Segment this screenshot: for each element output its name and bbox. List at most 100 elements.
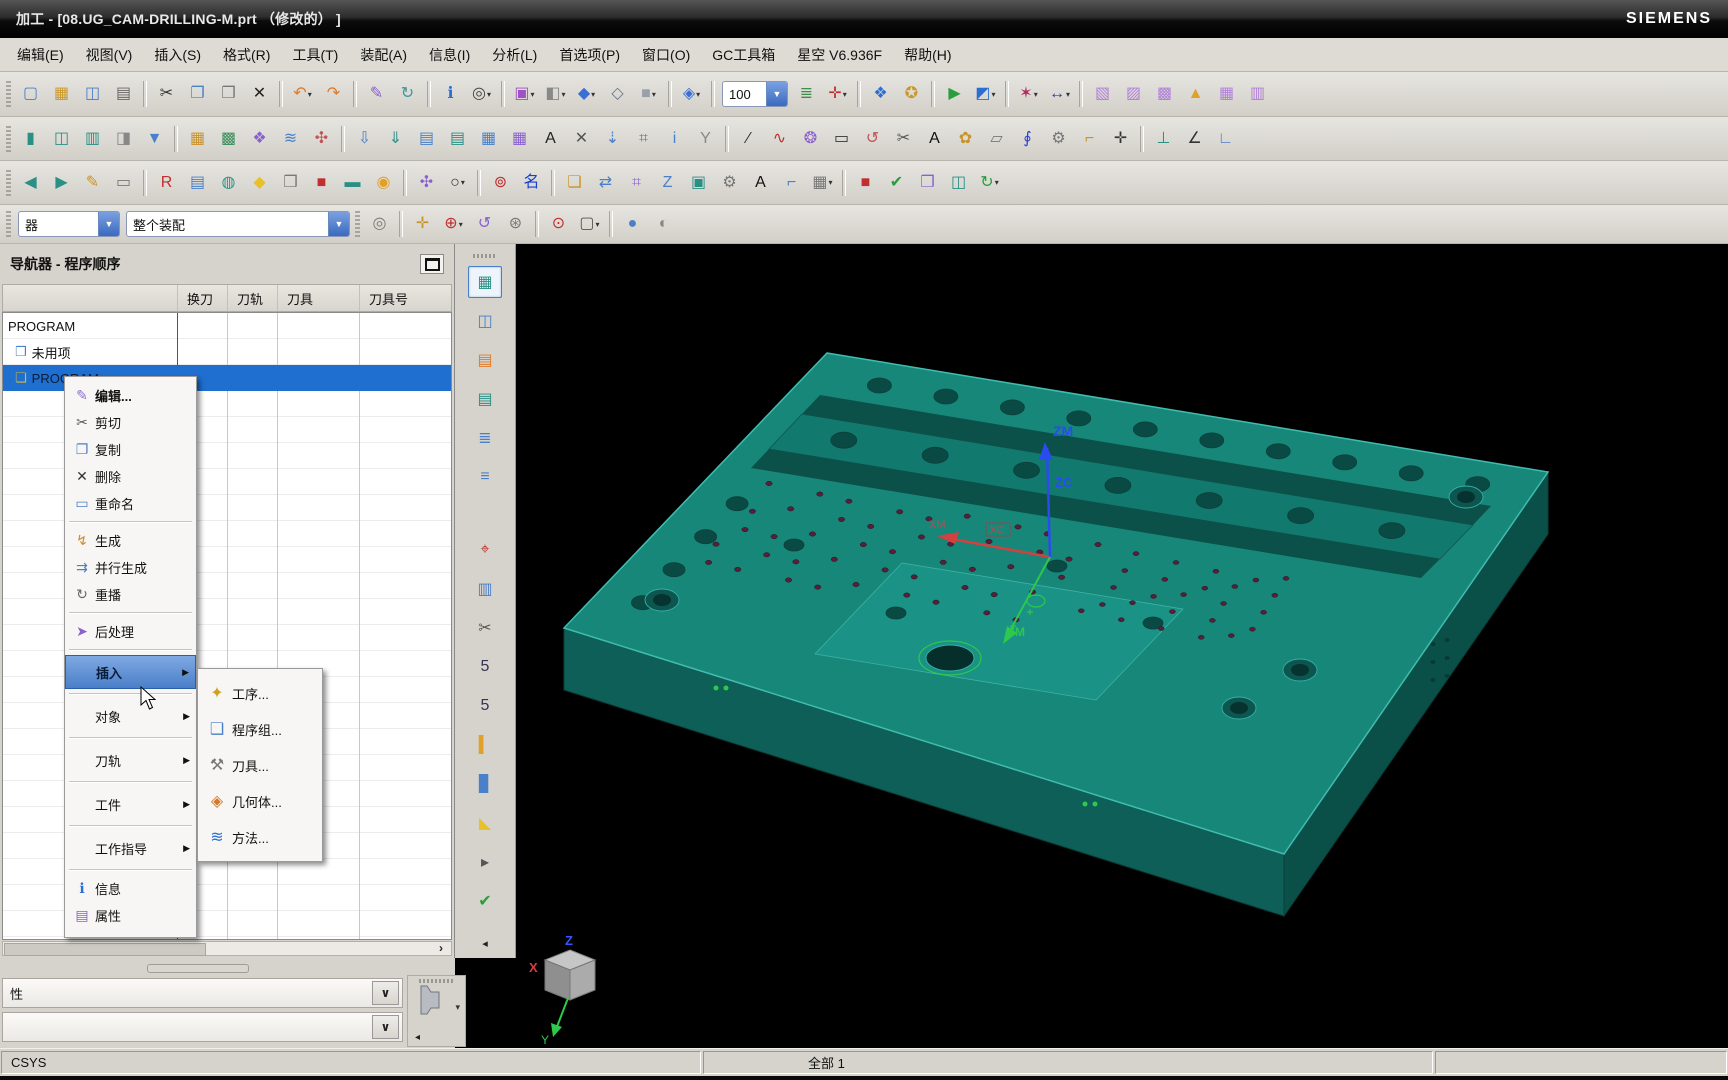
fan-tool-icon[interactable]: ✣ bbox=[411, 167, 442, 198]
pattern-op-icon[interactable]: ❖ bbox=[244, 123, 275, 154]
create-operation-icon[interactable]: ▼ bbox=[139, 123, 170, 154]
create-geometry-icon[interactable]: ▥ bbox=[77, 123, 108, 154]
expand-panel-button-2[interactable]: ∨ bbox=[372, 1015, 399, 1039]
toolbar-grip[interactable] bbox=[419, 979, 455, 983]
cube-stack-icon[interactable]: ❒ bbox=[912, 167, 943, 198]
context-menu-item-重播[interactable]: ↻重播 bbox=[65, 581, 196, 608]
palette-mill-icon[interactable]: ▦ bbox=[182, 123, 213, 154]
redo-icon[interactable]: ↷ bbox=[318, 79, 349, 110]
submenu-item-刀具[interactable]: ⚒刀具... bbox=[198, 747, 322, 783]
play-icon[interactable]: ▶ bbox=[939, 79, 970, 110]
open-icon[interactable]: ▦ bbox=[46, 79, 77, 110]
y-tool-icon[interactable]: Y bbox=[690, 123, 721, 154]
zoom-combo[interactable]: 100▼ bbox=[722, 81, 788, 107]
context-menu-item-剪切[interactable]: ✂剪切 bbox=[65, 409, 196, 436]
grid-tool-icon[interactable]: ⌗ bbox=[621, 167, 652, 198]
gears-tool-icon[interactable]: ⚙ bbox=[1043, 123, 1074, 154]
menu-3[interactable]: 插入(S) bbox=[143, 40, 212, 70]
hscroll-thumb[interactable] bbox=[4, 943, 206, 956]
context-menu-item-删除[interactable]: ✕删除 bbox=[65, 463, 196, 490]
strip-collapse-icon[interactable]: ◂ bbox=[482, 937, 488, 950]
step-5a-icon[interactable]: 5 bbox=[468, 651, 502, 683]
toolbar-grip[interactable] bbox=[6, 170, 11, 196]
toolbar-grip[interactable] bbox=[6, 126, 11, 152]
geometry-view-icon[interactable]: ▤ bbox=[468, 344, 502, 376]
layer-plate-icon[interactable]: ▦ bbox=[504, 123, 535, 154]
operation-navigator-icon[interactable]: ▦ bbox=[468, 266, 502, 298]
pencil-edit-icon[interactable]: ✎ bbox=[77, 167, 108, 198]
create-program-icon[interactable]: ▮ bbox=[15, 123, 46, 154]
chart-bar-icon[interactable]: ▊ bbox=[468, 768, 502, 800]
menu-6[interactable]: 装配(A) bbox=[349, 40, 418, 70]
rect-tool-icon[interactable]: ▭ bbox=[826, 123, 857, 154]
section-view-icon[interactable]: ◧▾ bbox=[540, 79, 571, 110]
panel-splitter[interactable] bbox=[0, 958, 455, 978]
abc-annotation-icon[interactable]: A bbox=[535, 123, 566, 154]
color-bars-icon[interactable]: ▍ bbox=[468, 729, 502, 761]
extrude-cube-icon[interactable]: ▨ bbox=[1118, 79, 1149, 110]
menu-11[interactable]: GC工具箱 bbox=[701, 40, 786, 70]
new-icon[interactable]: ▢ bbox=[15, 79, 46, 110]
cone-dropdown-icon[interactable]: ▾ bbox=[455, 1002, 460, 1013]
snapshot-icon[interactable]: ◩▾ bbox=[970, 79, 1001, 110]
column-header-1[interactable]: 换刀 bbox=[177, 285, 227, 311]
dropdown-arrow-icon[interactable]: ▾ bbox=[562, 90, 566, 99]
tree-row-未用项[interactable]: ❒未用项 bbox=[3, 339, 451, 365]
dropdown-arrow-icon[interactable]: ▾ bbox=[308, 90, 312, 99]
plate-machine-icon[interactable]: ▤ bbox=[442, 123, 473, 154]
box-frame-icon[interactable]: ▭ bbox=[108, 167, 139, 198]
zoom-dropdown-icon[interactable]: ▼ bbox=[766, 82, 787, 106]
context-menu-item-编辑[interactable]: ✎编辑... bbox=[65, 382, 196, 409]
details-panel-collapsed[interactable]: ∨ bbox=[2, 1012, 403, 1042]
move-object-icon[interactable]: ▧ bbox=[1087, 79, 1118, 110]
context-menu-item-插入[interactable]: 插入▶ bbox=[65, 655, 196, 689]
menu-9[interactable]: 首选项(P) bbox=[548, 40, 631, 70]
sketch-icon[interactable]: ✎ bbox=[361, 79, 392, 110]
context-menu-item-工件[interactable]: 工件▶ bbox=[65, 787, 196, 821]
a-note-icon[interactable]: A bbox=[745, 167, 776, 198]
context-menu-item-属性[interactable]: ▤属性 bbox=[65, 902, 196, 929]
gray-shade-icon[interactable]: ■▾ bbox=[633, 79, 664, 110]
line-tool-icon[interactable]: ∕ bbox=[733, 123, 764, 154]
spark-op-icon[interactable]: ✣ bbox=[306, 123, 337, 154]
context-menu-item-生成[interactable]: ↯生成 bbox=[65, 527, 196, 554]
strip-grip[interactable] bbox=[473, 254, 497, 258]
context-menu-item-信息[interactable]: ℹ信息 bbox=[65, 875, 196, 902]
loop-tool-icon[interactable]: ↺ bbox=[857, 123, 888, 154]
coin-icon[interactable]: ◉ bbox=[368, 167, 399, 198]
context-menu-item-对象[interactable]: 对象▶ bbox=[65, 699, 196, 733]
selection-scope-combo[interactable]: 整个装配▼ bbox=[126, 211, 350, 237]
submenu-item-方法[interactable]: ≋方法... bbox=[198, 819, 322, 855]
blob-tool-icon[interactable]: ✿ bbox=[950, 123, 981, 154]
find-icon[interactable]: ◎▾ bbox=[466, 79, 497, 110]
copy-icon[interactable]: ❐ bbox=[182, 79, 213, 110]
cut-tool-x-icon[interactable]: ✕ bbox=[566, 123, 597, 154]
context-menu-item-重命名[interactable]: ▭重命名 bbox=[65, 490, 196, 517]
dropdown-arrow-icon[interactable]: ▾ bbox=[829, 178, 833, 187]
collapse-left-icon[interactable]: ◂ bbox=[415, 1032, 420, 1043]
cylinder-check-icon[interactable]: ▲ bbox=[1180, 79, 1211, 110]
circle-tool-icon[interactable]: ○▾ bbox=[442, 167, 473, 198]
machining-method-view-icon[interactable]: ▤ bbox=[468, 383, 502, 415]
create-method-icon[interactable]: ◨ bbox=[108, 123, 139, 154]
selection-scope-combo-dropdown-icon[interactable]: ▼ bbox=[328, 212, 349, 236]
back-icon[interactable]: ◀ bbox=[15, 167, 46, 198]
dropdown-arrow-icon[interactable]: ▾ bbox=[696, 90, 700, 99]
update-icon[interactable]: ↻ bbox=[392, 79, 423, 110]
planes-tool-icon[interactable]: ▱ bbox=[981, 123, 1012, 154]
filter-list-b-icon[interactable]: ≡ bbox=[468, 461, 502, 493]
menu-2[interactable]: 视图(V) bbox=[75, 40, 144, 70]
toolbar-grip[interactable] bbox=[6, 211, 11, 237]
trim-strip-icon[interactable]: ✂ bbox=[468, 612, 502, 644]
cone-tool-icon[interactable] bbox=[416, 985, 450, 1021]
pyramid-icon[interactable]: ◣ bbox=[468, 807, 502, 839]
sync-model-icon[interactable]: ▥ bbox=[1242, 79, 1273, 110]
probe-angle-icon[interactable]: ∠ bbox=[1179, 123, 1210, 154]
corner-tool-icon[interactable]: ∟ bbox=[1210, 123, 1241, 154]
book-tool-icon[interactable]: ❏ bbox=[559, 167, 590, 198]
measure-icon[interactable]: ↔▾ bbox=[1044, 79, 1075, 110]
z-tool-icon[interactable]: Z bbox=[652, 167, 683, 198]
menu-1[interactable]: 编辑(E) bbox=[6, 40, 75, 70]
toolbar-grip[interactable] bbox=[355, 211, 360, 237]
menu-7[interactable]: 信息(I) bbox=[418, 40, 481, 70]
